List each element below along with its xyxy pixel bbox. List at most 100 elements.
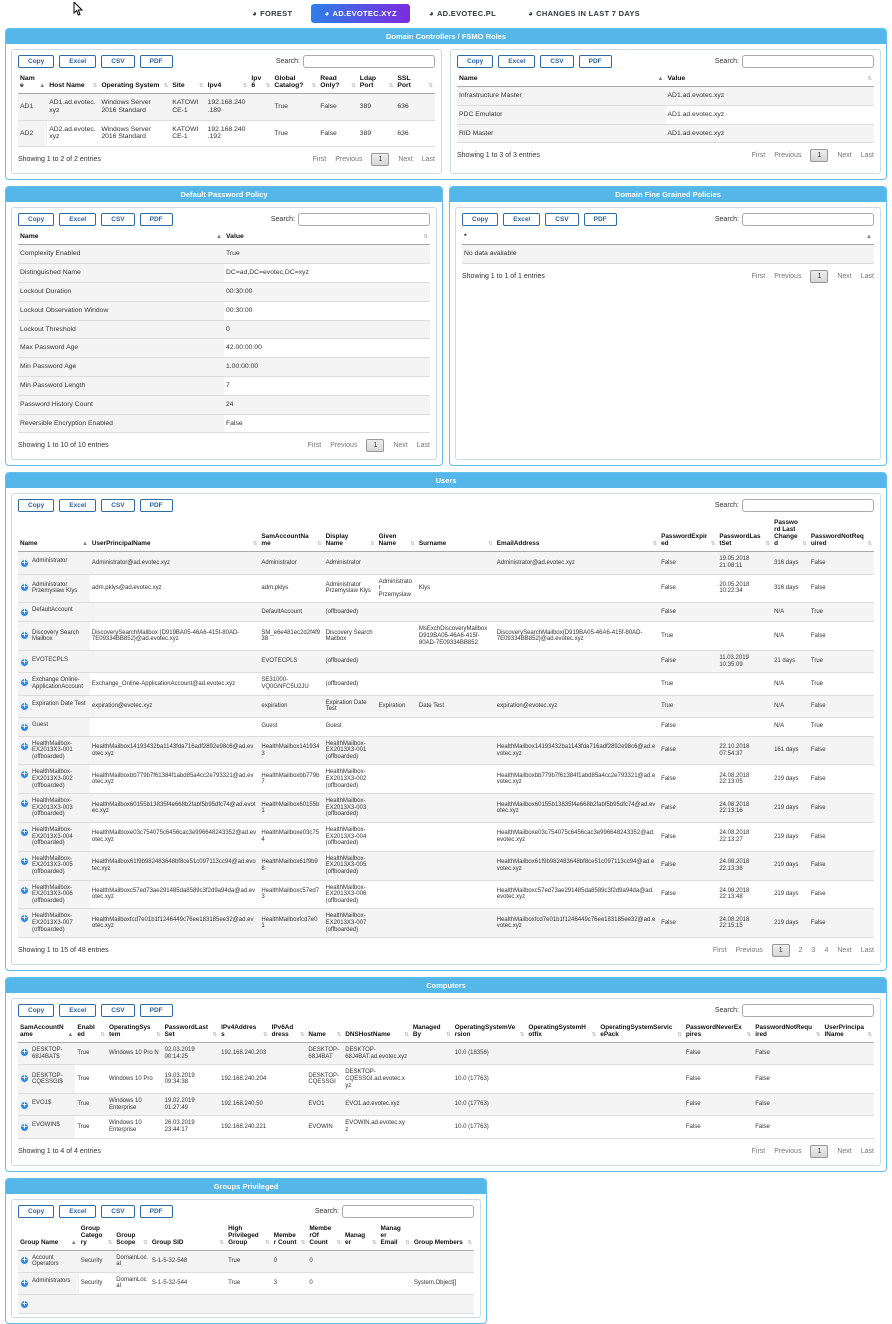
pagination-page[interactable]: 1	[810, 270, 828, 283]
csv-button[interactable]: CSV	[101, 55, 134, 68]
csv-button[interactable]: CSV	[101, 213, 134, 226]
copy-button[interactable]: Copy	[18, 1205, 54, 1218]
expand-row-icon[interactable]: +	[20, 1048, 29, 1057]
column-header[interactable]: OperatingSystemHotfix⇅	[526, 1021, 598, 1043]
column-header[interactable]: Name▲	[18, 516, 90, 552]
pdf-button[interactable]: PDF	[140, 213, 173, 226]
column-header[interactable]: Manager⇅	[343, 1222, 379, 1251]
copy-button[interactable]: Copy	[18, 1004, 54, 1017]
column-header[interactable]: Ldap Port⇅	[358, 72, 396, 94]
column-header[interactable]: Value⇅	[666, 72, 875, 87]
pagination-first[interactable]: First	[713, 947, 727, 954]
expand-row-icon[interactable]: +	[20, 1300, 29, 1309]
column-header[interactable]: SamAccountName▲	[18, 1021, 75, 1043]
copy-button[interactable]: Copy	[18, 499, 54, 512]
column-header[interactable]: OperatingSystemVersion⇅	[453, 1021, 527, 1043]
pdf-button[interactable]: PDF	[140, 1004, 173, 1017]
pagination-page[interactable]: 1	[371, 153, 389, 166]
pagination-next[interactable]: Next	[393, 442, 407, 449]
pdf-button[interactable]: PDF	[579, 55, 612, 68]
pagination-last[interactable]: Last	[861, 152, 874, 159]
pagination-last[interactable]: Last	[861, 947, 874, 954]
column-header[interactable]: Enabled⇅	[75, 1021, 107, 1043]
pagination-previous[interactable]: Previous	[736, 947, 763, 954]
column-header[interactable]: Group Scope⇅	[114, 1222, 150, 1251]
pagination-first[interactable]: First	[313, 156, 327, 163]
csv-button[interactable]: CSV	[101, 1205, 134, 1218]
column-header[interactable]: Name⇅	[306, 1021, 343, 1043]
pagination-first[interactable]: First	[752, 273, 766, 280]
csv-button[interactable]: CSV	[540, 55, 573, 68]
column-header[interactable]: Ipv4⇅	[206, 72, 250, 94]
pagination-next[interactable]: Next	[837, 947, 851, 954]
column-header[interactable]: PasswordNotRequired⇅	[809, 516, 874, 552]
copy-button[interactable]: Copy	[18, 213, 54, 226]
column-header[interactable]: OperatingSystemServicePack⇅	[598, 1021, 684, 1043]
column-header[interactable]: ManagedBy⇅	[411, 1021, 453, 1043]
excel-button[interactable]: Excel	[59, 1205, 96, 1218]
expand-row-icon[interactable]: +	[20, 608, 29, 617]
column-header[interactable]: PasswordLastSet⇅	[717, 516, 772, 552]
pagination-next[interactable]: Next	[837, 1148, 851, 1155]
pagination-page[interactable]: 1	[810, 1145, 828, 1158]
search-input[interactable]	[342, 1205, 474, 1218]
column-header[interactable]: Member Count⇅	[272, 1222, 308, 1251]
column-header[interactable]: PasswordLastSet⇅	[163, 1021, 219, 1043]
search-input[interactable]	[742, 55, 874, 68]
expand-row-icon[interactable]: +	[20, 723, 29, 732]
csv-button[interactable]: CSV	[545, 213, 578, 226]
column-header[interactable]: Value⇅	[224, 230, 430, 245]
expand-row-icon[interactable]: +	[20, 770, 29, 779]
pagination-page[interactable]: 1	[810, 149, 828, 162]
pagination-page[interactable]: 1	[772, 944, 790, 957]
column-header[interactable]: SSL Port⇅	[395, 72, 435, 94]
pdf-button[interactable]: PDF	[140, 55, 173, 68]
excel-button[interactable]: Excel	[59, 499, 96, 512]
column-header[interactable]: Group Category⇅	[79, 1222, 115, 1251]
column-header[interactable]: DNSHostName⇅	[343, 1021, 411, 1043]
pagination-last[interactable]: Last	[422, 156, 435, 163]
search-input[interactable]	[742, 499, 874, 512]
pagination-first[interactable]: First	[752, 1148, 766, 1155]
pagination-next[interactable]: Next	[837, 152, 851, 159]
expand-row-icon[interactable]: +	[20, 702, 29, 711]
tab-ad-evotec-pl[interactable]: ◕AD.EVOTEC.PL	[416, 4, 509, 23]
column-header[interactable]: UserPrincipalName⇅	[90, 516, 260, 552]
pagination-previous[interactable]: Previous	[330, 442, 357, 449]
expand-row-icon[interactable]: +	[20, 678, 29, 687]
column-header[interactable]: OperatingSystem⇅	[107, 1021, 163, 1043]
column-header[interactable]: Group Members⇅	[412, 1222, 474, 1251]
column-header[interactable]: Surname⇅	[417, 516, 495, 552]
column-header[interactable]: Given Name⇅	[377, 516, 417, 552]
expand-row-icon[interactable]: +	[20, 799, 29, 808]
expand-row-icon[interactable]: +	[20, 559, 29, 568]
column-header[interactable]: High Privileged Group⇅	[226, 1222, 272, 1251]
expand-row-icon[interactable]: +	[20, 658, 29, 667]
column-header[interactable]: PasswordExpired⇅	[659, 516, 717, 552]
pagination-page[interactable]: 3	[812, 947, 816, 954]
expand-row-icon[interactable]: +	[20, 583, 29, 592]
pdf-button[interactable]: PDF	[140, 499, 173, 512]
column-header[interactable]: Operating System⇅	[99, 72, 170, 94]
column-header[interactable]: Name▲	[18, 230, 224, 245]
column-header[interactable]: Site⇅	[170, 72, 205, 94]
pagination-previous[interactable]: Previous	[774, 152, 801, 159]
pagination-last[interactable]: Last	[861, 273, 874, 280]
search-input[interactable]	[298, 213, 430, 226]
column-header[interactable]: Display Name⇅	[324, 516, 377, 552]
excel-button[interactable]: Excel	[59, 213, 96, 226]
pagination-previous[interactable]: Previous	[774, 273, 801, 280]
tab-changes-in-last-7-days[interactable]: ◕CHANGES IN LAST 7 DAYS	[515, 4, 653, 23]
column-header[interactable]: Host Name⇅	[47, 72, 99, 94]
search-input[interactable]	[742, 1004, 874, 1017]
pagination-previous[interactable]: Previous	[335, 156, 362, 163]
expand-row-icon[interactable]: +	[20, 1123, 29, 1132]
expand-row-icon[interactable]: +	[20, 828, 29, 837]
expand-row-icon[interactable]: +	[20, 857, 29, 866]
pagination-first[interactable]: First	[752, 152, 766, 159]
column-header[interactable]: EmailAddress⇅	[495, 516, 659, 552]
pagination-page[interactable]: 1	[366, 439, 384, 452]
excel-button[interactable]: Excel	[503, 213, 540, 226]
column-header[interactable]: Ipv6⇅	[249, 72, 272, 94]
excel-button[interactable]: Excel	[59, 55, 96, 68]
